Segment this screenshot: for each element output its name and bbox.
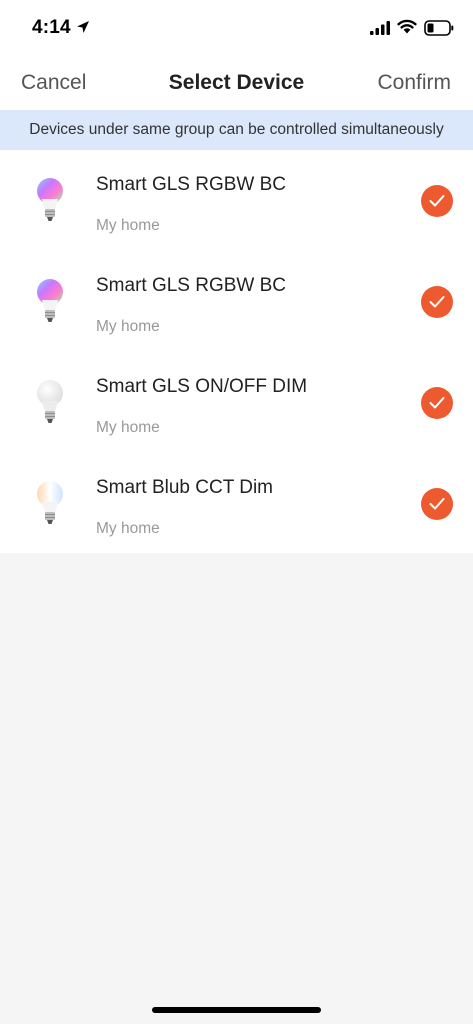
device-location: My home — [96, 318, 160, 335]
cct-bulb-icon — [37, 481, 63, 524]
cancel-button[interactable]: Cancel — [21, 71, 86, 95]
device-name: Smart GLS ON/OFF DIM — [96, 376, 308, 397]
signal-icon — [370, 21, 390, 35]
device-row[interactable]: Smart GLS RGBW BC My home — [0, 251, 473, 352]
device-row[interactable]: Smart GLS RGBW BC My home — [0, 150, 473, 251]
white-bulb-icon — [37, 380, 63, 423]
home-indicator[interactable] — [152, 1007, 321, 1013]
wifi-icon — [397, 19, 417, 34]
device-name: Smart GLS RGBW BC — [96, 174, 287, 195]
rgbw-bulb-icon — [37, 178, 63, 221]
device-row[interactable]: Smart Blub CCT Dim My home — [0, 453, 473, 554]
status-time: 4:14 — [32, 17, 71, 38]
device-name: Smart GLS RGBW BC — [96, 275, 287, 296]
device-name: Smart Blub CCT Dim — [96, 477, 274, 498]
confirm-button[interactable]: Confirm — [377, 71, 451, 95]
device-location: My home — [96, 419, 160, 436]
nav-bar: Cancel Select Device Confirm — [0, 56, 473, 110]
checkmark-icon[interactable] — [421, 185, 453, 217]
rgbw-bulb-icon — [37, 279, 63, 322]
location-arrow-icon — [77, 21, 89, 33]
checkmark-icon[interactable] — [421, 387, 453, 419]
notice-banner: Devices under same group can be controll… — [0, 110, 473, 150]
checkmark-icon[interactable] — [421, 286, 453, 318]
battery-icon — [424, 20, 454, 36]
checkmark-icon[interactable] — [421, 488, 453, 520]
device-row[interactable]: Smart GLS ON/OFF DIM My home — [0, 352, 473, 453]
device-location: My home — [96, 520, 160, 537]
device-list: Smart GLS RGBW BC My home Smart GLS RGBW… — [0, 150, 473, 553]
status-bar: 4:14 — [0, 0, 473, 56]
device-location: My home — [96, 217, 160, 234]
